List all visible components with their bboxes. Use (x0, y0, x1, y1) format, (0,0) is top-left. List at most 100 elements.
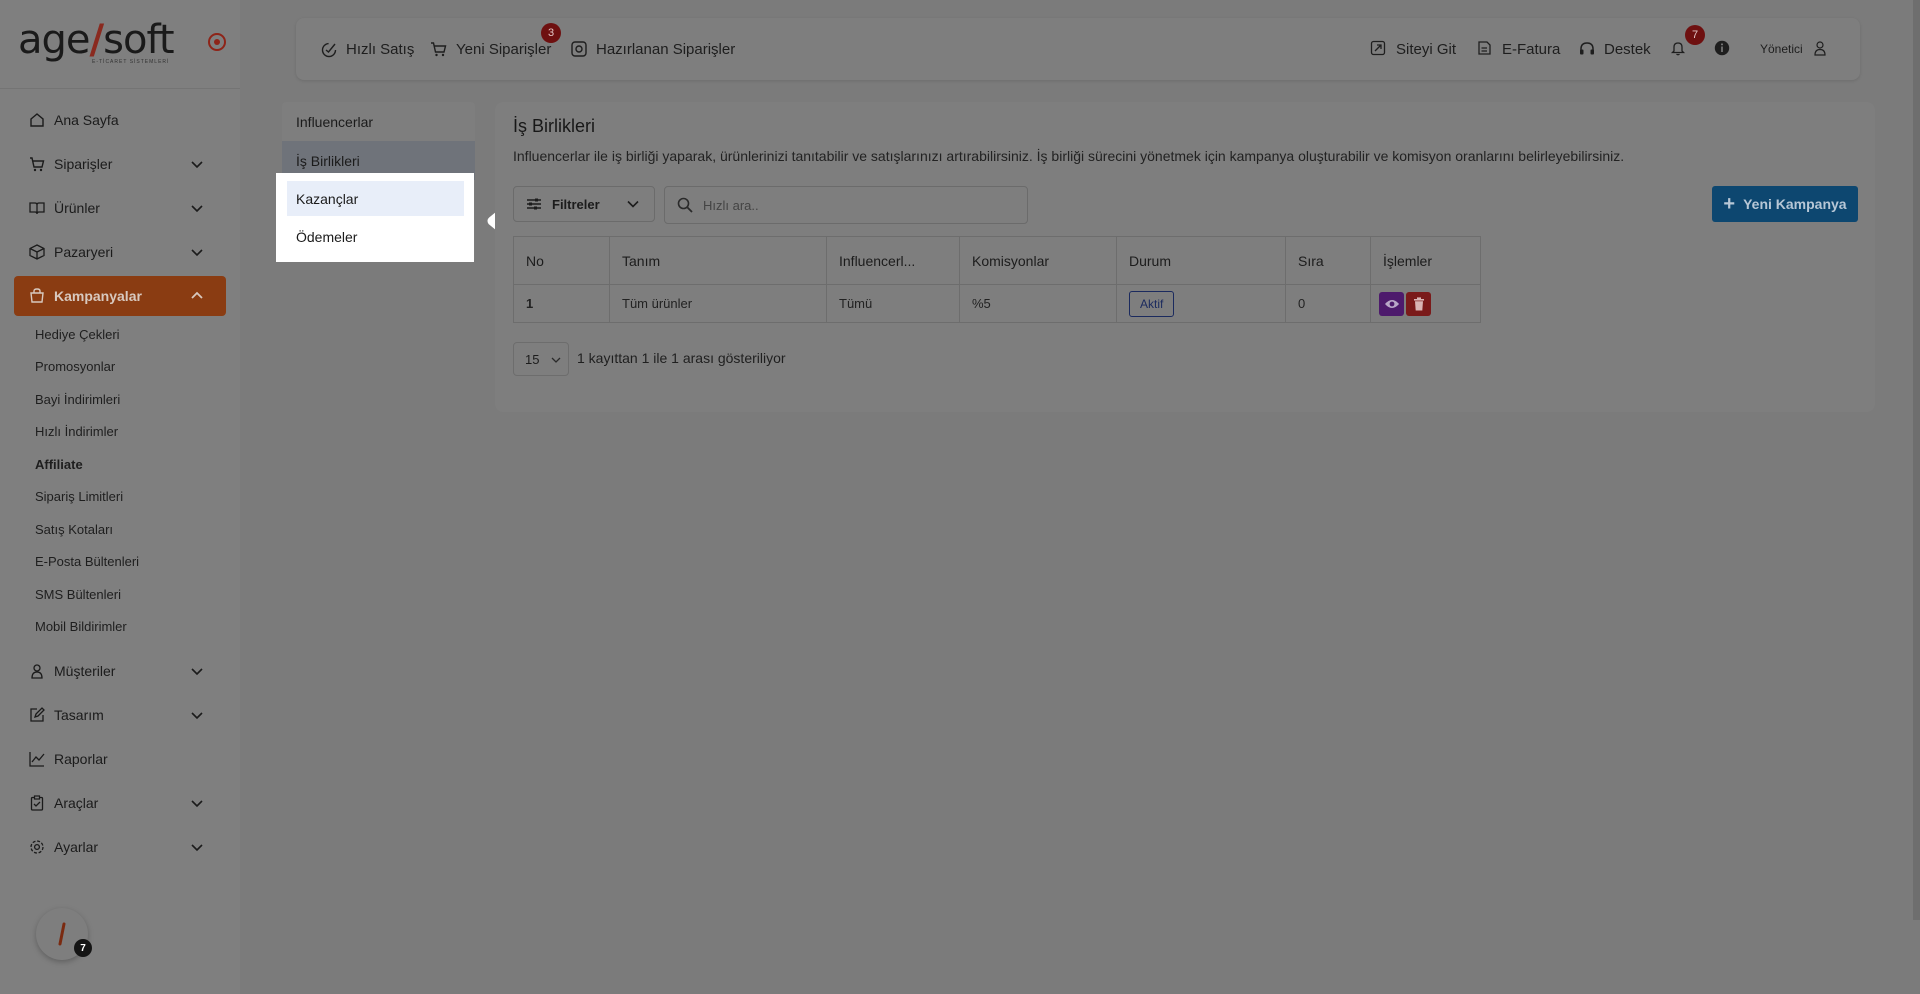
prepared-orders-label: Hazırlanan Siparişler (596, 40, 736, 58)
brand-logo[interactable]: age/soft E-TİCARET SİSTEMLERİ (18, 18, 178, 66)
cell-commission: %5 (959, 284, 1117, 323)
support-button[interactable]: Destek (1578, 18, 1651, 80)
cell-definition: Tüm ürünler (609, 284, 827, 323)
new-campaign-button[interactable]: + Yeni Kampanya (1712, 186, 1858, 222)
sidebar-item-tools[interactable]: Araçlar (14, 781, 226, 825)
quick-sale-button[interactable]: Hızlı Satış (320, 18, 414, 80)
quick-sale-label: Hızlı Satış (346, 40, 415, 58)
sidebar-item-label: Pazaryeri (54, 244, 114, 260)
sidebar-subitem-email-newsletters[interactable]: E-Posta Bültenleri (35, 546, 226, 579)
sidebar-item-label: Tasarım (54, 707, 104, 723)
pagination-info: 1 kayıttan 1 ile 1 arası gösteriliyor (577, 350, 786, 366)
highlighted-submenu: Kazançlar Ödemeler (276, 173, 474, 262)
sidebar-item-label: Araçlar (54, 795, 99, 811)
fab-badge: 7 (74, 939, 92, 957)
sidebar-item-marketplace[interactable]: Pazaryeri (14, 230, 226, 274)
table-row: 1 Tüm ürünler Tümü %5 Aktif 0 (513, 284, 1481, 323)
chevron-up-icon (191, 291, 203, 299)
column-header-influencers[interactable]: Influencerl... (826, 236, 960, 285)
cell-actions (1370, 284, 1481, 323)
new-orders-badge: 3 (541, 23, 561, 43)
search-box[interactable] (664, 186, 1028, 224)
sidebar-subitem-quick-discounts[interactable]: Hızlı İndirimler (35, 416, 226, 449)
column-header-commissions[interactable]: Komisyonlar (959, 236, 1117, 285)
user-menu-button[interactable]: Yönetici (1760, 18, 1839, 80)
sidebar-subitem-sales-quotas[interactable]: Satış Kotaları (35, 513, 226, 546)
page-size-value: 15 (525, 351, 540, 367)
plus-icon: + (1723, 193, 1736, 215)
package-icon (570, 40, 588, 58)
trash-icon (1413, 296, 1424, 310)
sidebar-item-label: Ana Sayfa (54, 112, 119, 128)
delete-button[interactable] (1406, 291, 1431, 316)
column-header-order[interactable]: Sıra (1285, 236, 1371, 285)
sidebar-subitem-dealer-discounts[interactable]: Bayi İndirimleri (35, 383, 226, 416)
column-header-no[interactable]: No (513, 236, 610, 285)
einvoice-button[interactable]: E-Fatura (1476, 18, 1560, 80)
search-input[interactable] (703, 197, 1003, 213)
sidebar: age/soft E-TİCARET SİSTEMLERİ Ana Sayfa … (0, 0, 240, 994)
go-site-button[interactable]: Siteyi Git (1370, 18, 1456, 80)
submenu-item-influencers[interactable]: Influencerlar (282, 102, 475, 141)
sidebar-item-label: Ayarlar (54, 839, 99, 855)
cell-order: 0 (1285, 284, 1371, 323)
info-button[interactable] (1714, 18, 1740, 80)
sidebar-item-products[interactable]: Ürünler (14, 186, 226, 230)
target-icon[interactable] (208, 33, 226, 51)
box-icon (28, 243, 46, 261)
user-icon (1813, 40, 1831, 58)
chevron-down-icon (191, 249, 203, 257)
quick-sale-icon (320, 40, 338, 58)
sidebar-nav: Ana Sayfa Siparişler Ürünler Pazaryeri K… (14, 98, 226, 869)
sidebar-item-reports[interactable]: Raporlar (14, 737, 226, 781)
column-header-definition[interactable]: Tanım (609, 236, 827, 285)
bell-icon (1670, 40, 1688, 58)
invoice-icon (1476, 40, 1494, 58)
go-site-label: Siteyi Git (1396, 40, 1457, 58)
gear-icon (28, 838, 46, 856)
sidebar-subitem-gift-cards[interactable]: Hediye Çekleri (35, 318, 226, 351)
filters-dropdown[interactable]: Filtreler (513, 186, 655, 222)
cell-no: 1 (513, 284, 610, 323)
submenu-item-earnings[interactable]: Kazançlar (287, 181, 464, 216)
campaigns-submenu: Hediye Çekleri Promosyonlar Bayi İndirim… (14, 318, 226, 643)
support-label: Destek (1604, 40, 1651, 58)
sliders-icon (527, 198, 541, 210)
status-badge[interactable]: Aktif (1129, 290, 1175, 317)
sidebar-item-home[interactable]: Ana Sayfa (14, 98, 226, 142)
external-site-icon (1370, 40, 1388, 58)
cell-influencers: Tümü (826, 284, 960, 323)
page-size-select[interactable]: 15 (513, 342, 569, 376)
sidebar-item-campaigns[interactable]: Kampanyalar (14, 276, 226, 316)
sidebar-subitem-affiliate[interactable]: Affiliate (35, 448, 226, 481)
view-button[interactable] (1379, 291, 1404, 316)
sidebar-item-label: Ürünler (54, 200, 100, 216)
prepared-orders-button[interactable]: Hazırlanan Siparişler (570, 18, 735, 80)
basket-icon (28, 287, 46, 305)
sidebar-item-design[interactable]: Tasarım (14, 693, 226, 737)
chevron-down-icon (191, 161, 203, 169)
new-orders-button[interactable]: Yeni Siparişler (430, 18, 551, 80)
sidebar-subitem-mobile-notifications[interactable]: Mobil Bildirimler (35, 611, 226, 644)
column-header-status[interactable]: Durum (1116, 236, 1286, 285)
chevron-down-icon (191, 844, 203, 852)
page-description: Influencerlar ile iş birliği yaparak, ür… (513, 148, 1625, 164)
user-name: Yönetici (1760, 42, 1803, 56)
submenu-item-payments[interactable]: Ödemeler (287, 219, 464, 254)
sidebar-subitem-promotions[interactable]: Promosyonlar (35, 351, 226, 384)
sidebar-item-settings[interactable]: Ayarlar (14, 825, 226, 869)
page-scrollbar[interactable] (1913, 0, 1920, 920)
sidebar-item-orders[interactable]: Siparişler (14, 142, 226, 186)
collaborations-card: İş Birlikleri Influencerlar ile iş birli… (495, 102, 1875, 412)
sidebar-subitem-sms-newsletters[interactable]: SMS Bültenleri (35, 578, 226, 611)
info-icon (1714, 40, 1732, 58)
notifications-badge: 7 (1685, 25, 1705, 45)
new-orders-label: Yeni Siparişler (456, 40, 552, 58)
sidebar-item-customers[interactable]: Müşteriler (14, 649, 226, 693)
sidebar-item-label: Müşteriler (54, 663, 116, 679)
sidebar-subitem-order-limits[interactable]: Sipariş Limitleri (35, 481, 226, 514)
sidebar-item-label: Siparişler (54, 156, 113, 172)
edit-icon (28, 706, 46, 724)
logo-subtitle: E-TİCARET SİSTEMLERİ (92, 59, 170, 65)
chart-icon (28, 750, 46, 768)
